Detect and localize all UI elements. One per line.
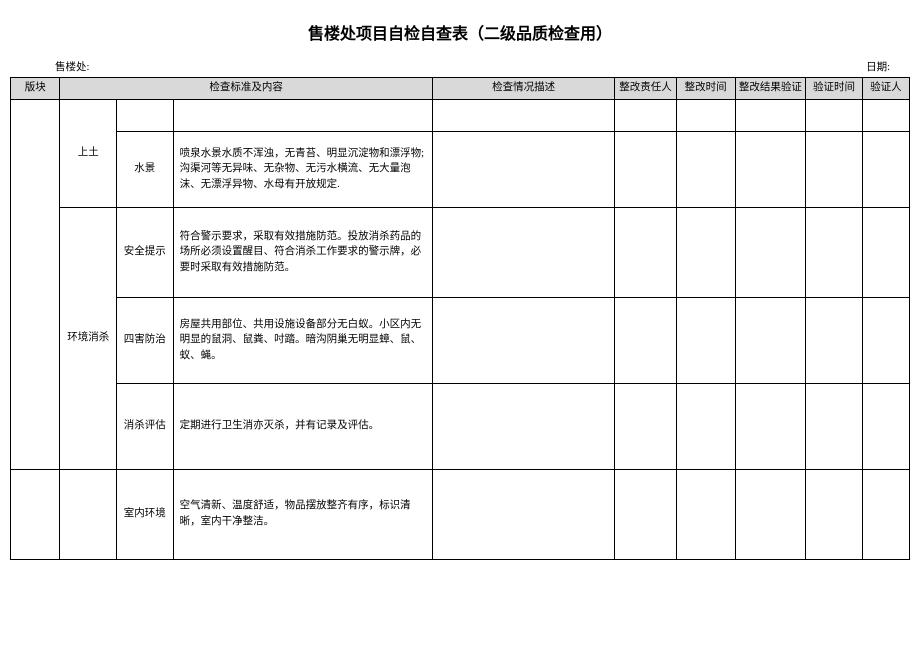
cell-cat2: 上土 <box>60 99 117 207</box>
cell-person <box>615 131 676 207</box>
table-row: 四害防治 房屋共用部位、共用设施设备部分无白蚁。小区内无明显的鼠洞、鼠粪、吋踏。… <box>11 297 910 383</box>
cell-cat3: 消杀评估 <box>117 383 174 469</box>
cell-content <box>173 99 432 131</box>
table-row: 水景 喷泉水景水质不浑浊，无青苔、明显沉淀物和漂浮物;沟渠河等无异味、无杂物、无… <box>11 131 910 207</box>
cell-desc <box>432 297 615 383</box>
cell-desc <box>432 207 615 297</box>
cell-time <box>676 131 735 207</box>
cell-time <box>676 469 735 559</box>
cell-cat2: 环境消杀 <box>60 207 117 469</box>
inspection-table: 版块 检查标准及内容 检查情况描述 整改责任人 整改时间 整改结果验证 验证时间… <box>10 77 910 560</box>
cell-vperson <box>862 99 909 131</box>
cell-vtime <box>806 383 863 469</box>
header-desc: 检查情况描述 <box>432 78 615 100</box>
cell-vtime <box>806 207 863 297</box>
cell-time <box>676 207 735 297</box>
cell-cat3 <box>117 99 174 131</box>
cell-desc <box>432 469 615 559</box>
cell-vperson <box>862 383 909 469</box>
cell-vperson <box>862 131 909 207</box>
cell-result <box>735 297 806 383</box>
cell-time <box>676 383 735 469</box>
cell-person <box>615 207 676 297</box>
table-row: 上土 <box>11 99 910 131</box>
cell-time <box>676 297 735 383</box>
cell-time <box>676 99 735 131</box>
header-vtime: 验证时间 <box>806 78 863 100</box>
table-row: 室内环境 空气清新、温度舒适，物品摆放整齐有序，标识清晰，室内干净整洁。 <box>11 469 910 559</box>
cell-content: 定期进行卫生消亦灭杀，并有记录及评估。 <box>173 383 432 469</box>
header-row: 版块 检查标准及内容 检查情况描述 整改责任人 整改时间 整改结果验证 验证时间… <box>11 78 910 100</box>
page-title: 售楼处项目自检自查表（二级品质检查用） <box>10 20 910 44</box>
header-person: 整改责任人 <box>615 78 676 100</box>
cell-cat3: 四害防治 <box>117 297 174 383</box>
meta-row: 售楼处: 日期: <box>10 59 910 77</box>
cell-vtime <box>806 99 863 131</box>
cell-content: 房屋共用部位、共用设施设备部分无白蚁。小区内无明显的鼠洞、鼠粪、吋踏。暗沟阴巢无… <box>173 297 432 383</box>
cell-result <box>735 131 806 207</box>
cell-cat3: 水景 <box>117 131 174 207</box>
header-vperson: 验证人 <box>862 78 909 100</box>
cell-result <box>735 469 806 559</box>
cell-vperson <box>862 297 909 383</box>
cell-person <box>615 469 676 559</box>
header-block: 版块 <box>11 78 60 100</box>
cell-result <box>735 383 806 469</box>
header-standard: 检查标准及内容 <box>60 78 432 100</box>
cell-person <box>615 383 676 469</box>
cell-person <box>615 99 676 131</box>
cell-desc <box>432 99 615 131</box>
meta-right-label: 日期: <box>866 59 890 74</box>
cell-result <box>735 207 806 297</box>
cell-vtime <box>806 131 863 207</box>
cell-result <box>735 99 806 131</box>
cell-desc <box>432 383 615 469</box>
cell-desc <box>432 131 615 207</box>
cell-vtime <box>806 297 863 383</box>
cell-cat3: 室内环境 <box>117 469 174 559</box>
cell-content: 空气清新、温度舒适，物品摆放整齐有序，标识清晰，室内干净整洁。 <box>173 469 432 559</box>
table-row: 消杀评估 定期进行卫生消亦灭杀，并有记录及评估。 <box>11 383 910 469</box>
meta-left-label: 售楼处: <box>55 59 89 74</box>
header-time: 整改时间 <box>676 78 735 100</box>
cell-cat2 <box>60 469 117 559</box>
header-result: 整改结果验证 <box>735 78 806 100</box>
cell-content: 喷泉水景水质不浑浊，无青苔、明显沉淀物和漂浮物;沟渠河等无异味、无杂物、无污水横… <box>173 131 432 207</box>
cell-vperson <box>862 207 909 297</box>
cell-block <box>11 99 60 469</box>
table-row: 环境消杀 安全提示 符合警示要求，采取有效措施防范。投放消杀药品的场所必须设置醒… <box>11 207 910 297</box>
cell-person <box>615 297 676 383</box>
cell-vtime <box>806 469 863 559</box>
cell-cat3: 安全提示 <box>117 207 174 297</box>
cell-content: 符合警示要求，采取有效措施防范。投放消杀药品的场所必须设置醒目、符合消杀工作要求… <box>173 207 432 297</box>
cell-block <box>11 469 60 559</box>
cell-vperson <box>862 469 909 559</box>
